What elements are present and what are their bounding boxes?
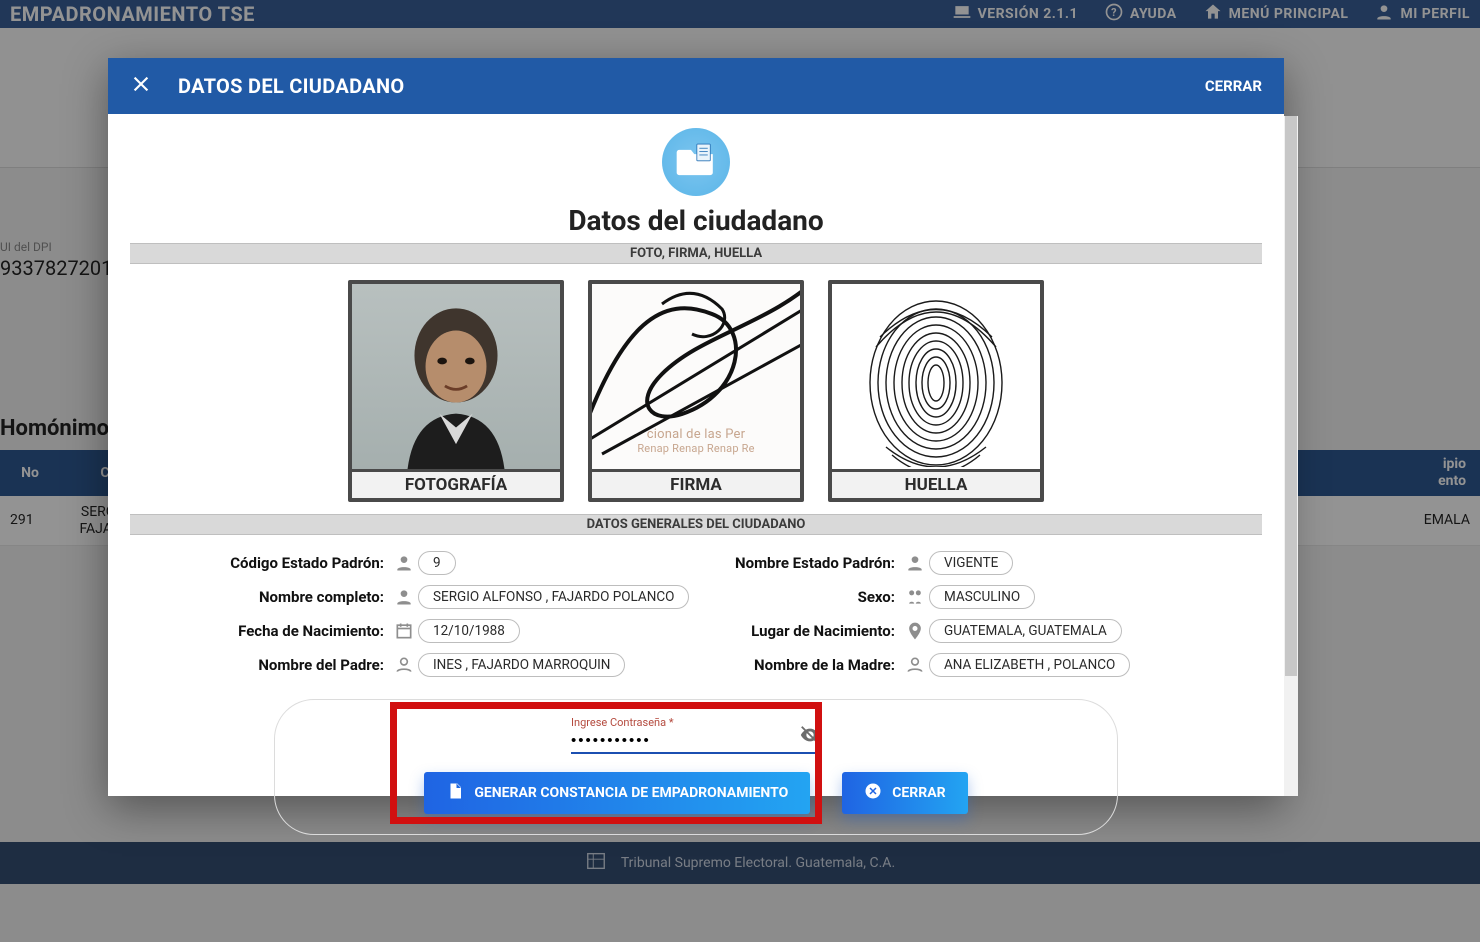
folder-badge	[662, 128, 730, 196]
fingerprint-card: HUELLA	[828, 280, 1044, 502]
person-o-icon	[390, 655, 418, 675]
section-heading: Datos del ciudadano	[130, 204, 1262, 237]
field-value: SERGIO ALFONSO , FAJARDO POLANCO	[418, 585, 689, 609]
person-o-icon	[901, 655, 929, 675]
password-label: Ingrese Contraseña *	[571, 716, 821, 729]
field-row: Nombre Estado Padrón: VIGENTE	[701, 551, 1202, 575]
gender-icon	[901, 587, 929, 607]
cerrar-button[interactable]: CERRAR	[842, 772, 967, 814]
cerrar-label: CERRAR	[892, 785, 945, 801]
field-value: INES , FAJARDO MARROQUIN	[418, 653, 625, 677]
field-value: MASCULINO	[929, 585, 1035, 609]
field-label: Código Estado Padrón:	[190, 554, 390, 572]
modal-scrollbar-thumb[interactable]	[1285, 116, 1297, 676]
field-label: Nombre de la Madre:	[701, 656, 901, 674]
pin-icon	[901, 621, 929, 641]
person-icon	[390, 553, 418, 573]
close-circle-icon	[864, 782, 882, 804]
photo-caption: FOTOGRAFÍA	[352, 472, 560, 498]
citizen-signature: cional de las Per Renap Renap Renap Re	[592, 284, 800, 469]
generate-label: GENERAR CONSTANCIA DE EMPADRONAMIENTO	[474, 785, 788, 801]
person-icon	[390, 587, 418, 607]
visibility-off-icon[interactable]	[799, 724, 821, 750]
field-value: 12/10/1988	[418, 619, 520, 643]
field-label: Nombre Estado Padrón:	[701, 554, 901, 572]
cerrar-top-button[interactable]: CERRAR	[1205, 77, 1262, 95]
folder-icon	[675, 141, 717, 183]
field-value: ANA ELIZABETH , POLANCO	[929, 653, 1130, 677]
field-value: VIGENTE	[929, 551, 1013, 575]
signature-caption: FIRMA	[592, 472, 800, 498]
field-label: Lugar de Nacimiento:	[701, 622, 901, 640]
modal-header: DATOS DEL CIUDADANO CERRAR	[108, 58, 1284, 114]
password-input[interactable]	[571, 729, 821, 754]
fingerprint-caption: HUELLA	[832, 472, 1040, 498]
citizen-photo	[352, 284, 560, 469]
signature-watermark: cional de las Per	[592, 427, 800, 442]
citizen-fingerprint	[832, 284, 1040, 469]
section-bar-biometrics: FOTO, FIRMA, HUELLA	[130, 243, 1262, 264]
field-label: Nombre del Padre:	[190, 656, 390, 674]
person-icon	[901, 553, 929, 573]
field-value: GUATEMALA, GUATEMALA	[929, 619, 1122, 643]
document-icon	[446, 782, 464, 804]
modal-scrollbar[interactable]	[1284, 116, 1298, 796]
field-label: Fecha de Nacimiento:	[190, 622, 390, 640]
calendar-icon	[390, 621, 418, 641]
photo-card: FOTOGRAFÍA	[348, 280, 564, 502]
modal-title: DATOS DEL CIUDADANO	[178, 74, 404, 98]
field-row: Nombre del Padre: INES , FAJARDO MARROQUI…	[190, 653, 691, 677]
action-panel: Ingrese Contraseña * GENERAR CONSTANCIA …	[274, 699, 1118, 835]
citizen-data-modal: DATOS DEL CIUDADANO CERRAR Datos del ciu…	[108, 58, 1284, 796]
field-row: Nombre de la Madre: ANA ELIZABETH , POLAN…	[701, 653, 1202, 677]
field-label: Nombre completo:	[190, 588, 390, 606]
field-row: Lugar de Nacimiento: GUATEMALA, GUATEMALA	[701, 619, 1202, 643]
field-row: Nombre completo: SERGIO ALFONSO , FAJARDO…	[190, 585, 691, 609]
field-row: Código Estado Padrón: 9	[190, 551, 691, 575]
generate-constancia-button[interactable]: GENERAR CONSTANCIA DE EMPADRONAMIENTO	[424, 772, 810, 814]
field-value: 9	[418, 551, 456, 575]
field-row: Fecha de Nacimiento: 12/10/1988	[190, 619, 691, 643]
section-bar-general: DATOS GENERALES DEL CIUDADANO	[130, 514, 1262, 535]
field-row: Sexo: MASCULINO	[701, 585, 1202, 609]
signature-watermark2: Renap Renap Renap Re	[592, 442, 800, 455]
field-label: Sexo:	[701, 588, 901, 606]
close-icon[interactable]	[130, 73, 152, 99]
signature-card: cional de las Per Renap Renap Renap Re F…	[588, 280, 804, 502]
